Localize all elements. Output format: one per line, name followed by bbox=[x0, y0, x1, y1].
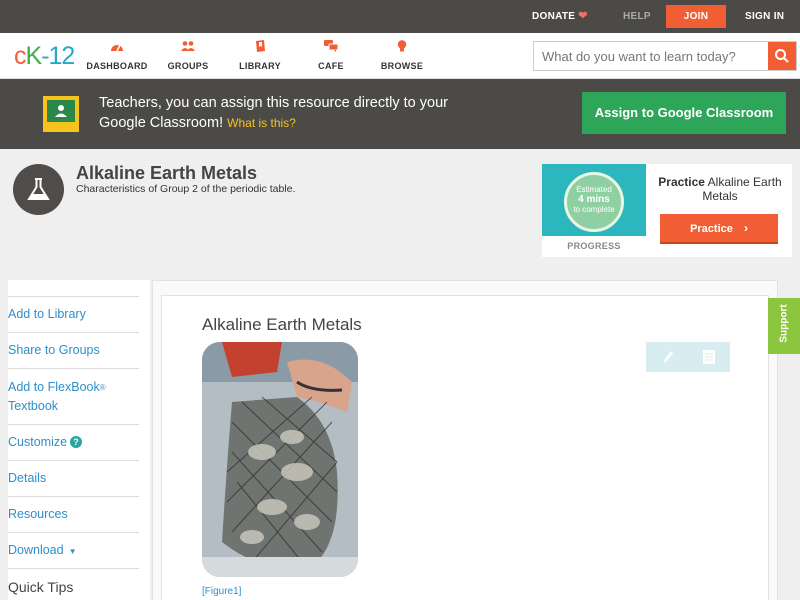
flask-glyph bbox=[27, 178, 50, 200]
what-is-this-link[interactable]: What is this? bbox=[227, 116, 296, 130]
add-to-library-label: Add to Library bbox=[8, 307, 86, 321]
nav-dashboard-label: DASHBOARD bbox=[86, 61, 148, 71]
search-box bbox=[533, 41, 797, 71]
logo-k: K bbox=[25, 42, 43, 70]
nav-bar: cK-12 DASHBOARD GROUPS LIBRARY CAFE BROW… bbox=[0, 33, 800, 79]
donate-label: DONATE bbox=[532, 11, 576, 22]
download-dropdown[interactable]: Download ▼ bbox=[8, 532, 139, 568]
google-classroom-banner: Teachers, you can assign this resource d… bbox=[0, 79, 800, 149]
banner-message: Teachers, you can assign this resource d… bbox=[99, 93, 459, 133]
customize-link[interactable]: Customize? bbox=[8, 424, 139, 460]
details-link[interactable]: Details bbox=[8, 460, 139, 496]
concept-subtitle: Characteristics of Group 2 of the period… bbox=[76, 183, 296, 195]
resources-label: Resources bbox=[8, 507, 68, 521]
nav-browse[interactable]: BROWSE bbox=[367, 40, 437, 71]
search-input[interactable] bbox=[534, 42, 769, 70]
notes-icon bbox=[703, 350, 715, 364]
nav-cafe-label: CAFE bbox=[318, 61, 344, 71]
logo-12: -12 bbox=[41, 42, 75, 70]
concept-title: Alkaline Earth Metals bbox=[76, 163, 258, 183]
donate-link[interactable]: DONATE ❤ bbox=[532, 0, 588, 33]
estimated-time-ring: Estimated 4 mins to complete bbox=[564, 172, 624, 232]
google-classroom-board bbox=[47, 100, 75, 122]
nav-library-label: LIBRARY bbox=[239, 61, 281, 71]
library-icon bbox=[256, 40, 265, 52]
notes-tool[interactable] bbox=[688, 342, 730, 372]
join-button[interactable]: JOIN bbox=[666, 5, 726, 28]
nav-library[interactable]: LIBRARY bbox=[225, 40, 295, 71]
classroom-person-icon bbox=[55, 105, 67, 117]
search-button[interactable] bbox=[768, 42, 796, 70]
practice-button[interactable]: Practice › bbox=[660, 214, 778, 244]
nav-groups-label: GROUPS bbox=[167, 61, 209, 71]
annotation-toolbar bbox=[646, 342, 730, 372]
logo-c: c bbox=[14, 42, 26, 70]
estimated-time: Estimated 4 mins to complete bbox=[567, 185, 621, 215]
add-to-flexbook-link[interactable]: Add to FlexBook® Textbook bbox=[8, 368, 139, 424]
caret-down-icon: ▼ bbox=[68, 547, 77, 556]
chemistry-flask-icon bbox=[13, 164, 64, 215]
practice-title-rest: Alkaline Earth Metals bbox=[702, 175, 782, 203]
practice-button-label: Practice bbox=[690, 223, 733, 235]
help-link[interactable]: HELP bbox=[623, 0, 651, 33]
nav-browse-label: BROWSE bbox=[380, 61, 424, 71]
practice-card: Estimated 4 mins to complete PROGRESS Pr… bbox=[542, 164, 792, 257]
quick-tips-heading: Quick Tips bbox=[8, 568, 139, 595]
chevron-right-icon: › bbox=[743, 221, 748, 235]
groups-icon bbox=[181, 41, 195, 51]
support-label: Support bbox=[778, 304, 790, 343]
practice-title: Practice Alkaline Earth Metals bbox=[650, 175, 790, 203]
practice-title-bold: Practice bbox=[658, 175, 705, 189]
dashboard-icon bbox=[111, 44, 123, 52]
nav-groups[interactable]: GROUPS bbox=[153, 40, 223, 71]
help-question-icon[interactable]: ? bbox=[70, 436, 83, 448]
estimated-label: Estimated bbox=[576, 185, 612, 194]
lesson-title: Alkaline Earth Metals bbox=[202, 315, 362, 334]
lesson-figure-image[interactable] bbox=[202, 342, 358, 577]
estimated-minutes: 4 mins bbox=[578, 194, 610, 205]
sign-in-link[interactable]: SIGN IN bbox=[745, 0, 784, 33]
pencil-icon bbox=[664, 351, 673, 363]
details-label: Details bbox=[8, 471, 47, 485]
highlight-tool[interactable] bbox=[646, 342, 688, 372]
figure-caption[interactable]: [Figure1] bbox=[202, 586, 241, 597]
progress-label: PROGRESS bbox=[567, 241, 621, 251]
google-classroom-icon bbox=[43, 96, 79, 132]
add-to-library-link[interactable]: Add to Library bbox=[8, 296, 139, 332]
support-tab[interactable]: Support bbox=[768, 298, 800, 354]
customize-label: Customize bbox=[8, 435, 68, 449]
share-to-groups-link[interactable]: Share to Groups bbox=[8, 332, 139, 368]
resources-link[interactable]: Resources bbox=[8, 496, 139, 532]
download-label: Download bbox=[8, 543, 64, 557]
add-to-flexbook-label: Add to FlexBook bbox=[8, 380, 100, 394]
textbook-label: Textbook bbox=[8, 399, 59, 413]
assign-google-classroom-button[interactable]: Assign to Google Classroom bbox=[582, 92, 786, 134]
lightbulb-icon bbox=[397, 40, 407, 52]
cafe-chat-icon bbox=[324, 40, 338, 52]
heart-icon: ❤ bbox=[578, 10, 588, 22]
search-icon bbox=[775, 49, 789, 63]
top-bar: DONATE ❤ HELP JOIN SIGN IN bbox=[0, 0, 800, 33]
share-to-groups-label: Share to Groups bbox=[8, 343, 100, 357]
nav-cafe[interactable]: CAFE bbox=[296, 40, 366, 71]
registered-mark: ® bbox=[99, 383, 106, 392]
nav-dashboard[interactable]: DASHBOARD bbox=[82, 40, 152, 71]
oyster-bag-photo bbox=[202, 342, 358, 577]
practice-thumbnail[interactable]: Estimated 4 mins to complete bbox=[542, 164, 646, 236]
to-complete-label: to complete bbox=[573, 205, 615, 214]
ck12-logo[interactable]: cK-12 bbox=[14, 42, 75, 71]
